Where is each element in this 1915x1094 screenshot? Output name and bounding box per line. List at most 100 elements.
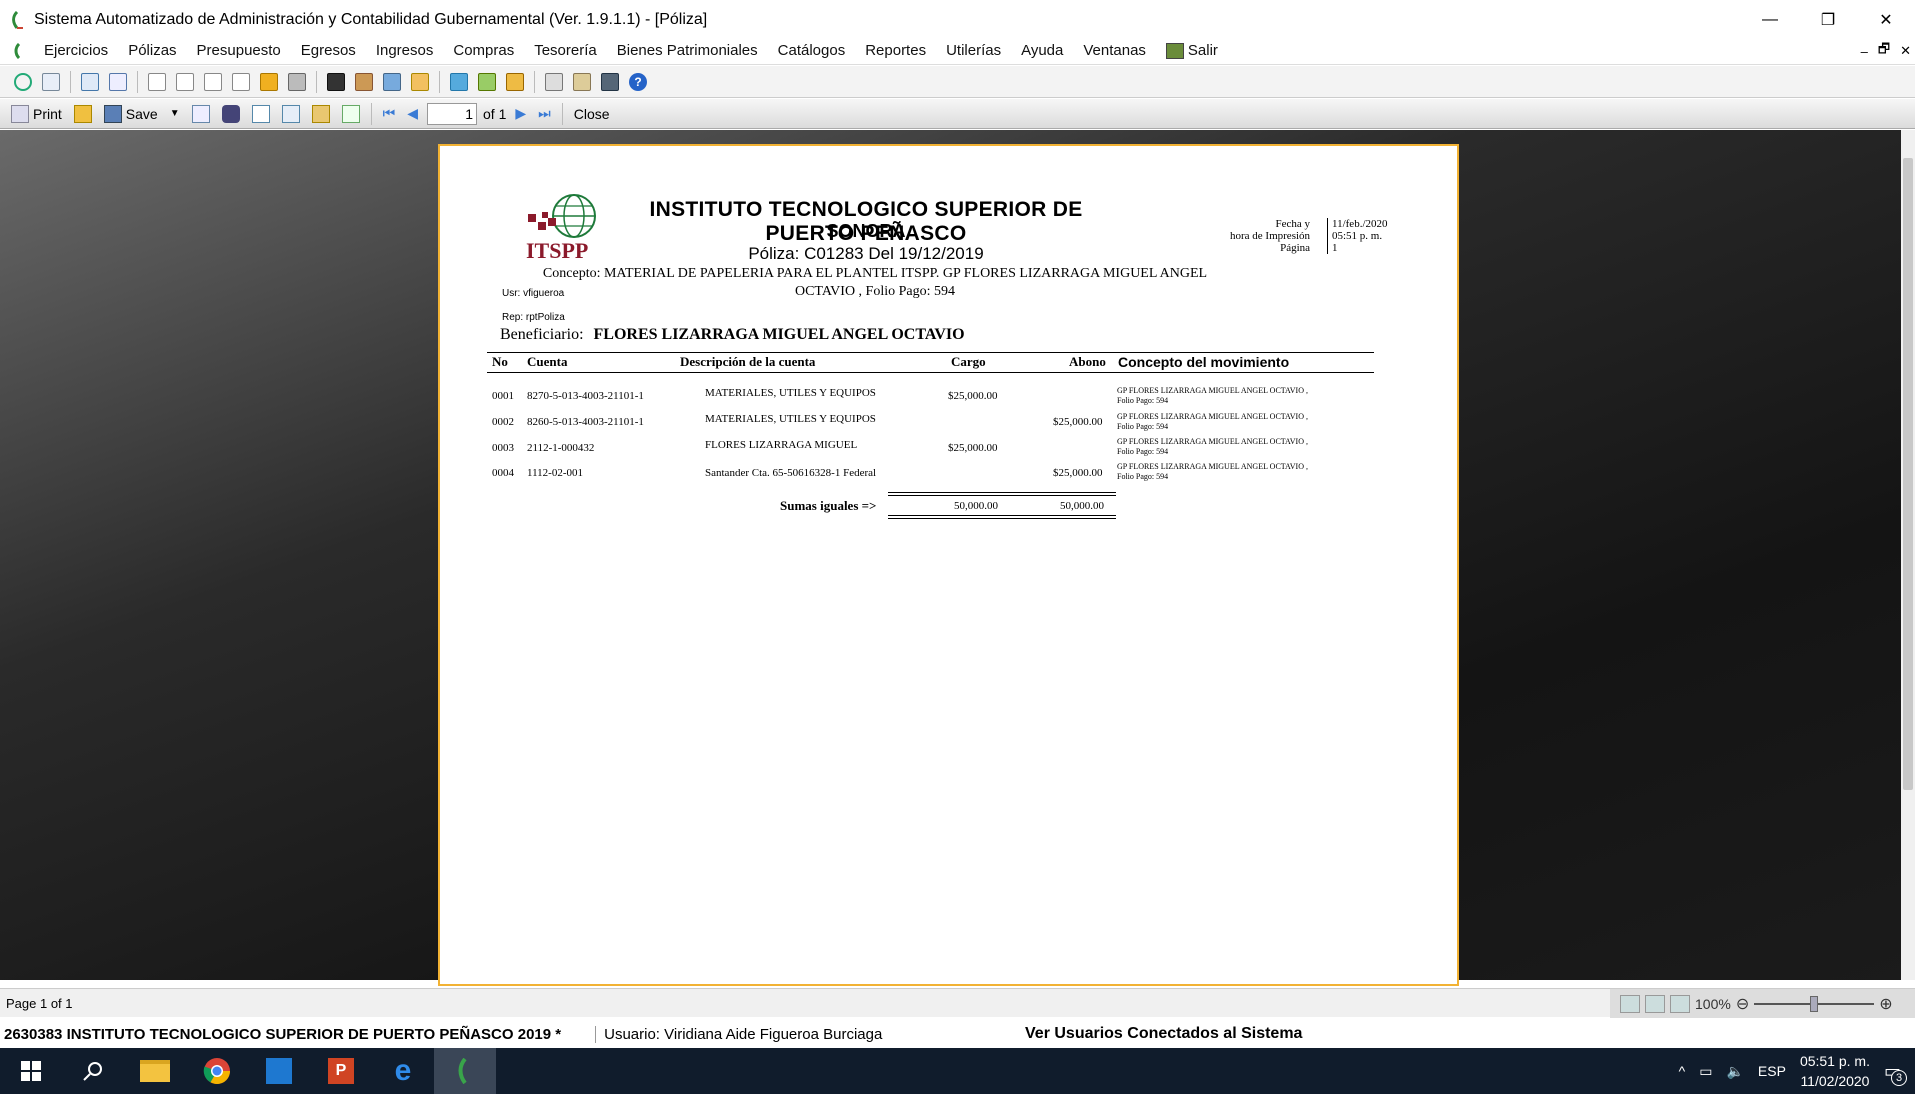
- chevron-down-icon[interactable]: ▼: [170, 108, 180, 119]
- header-bottom-rule: [487, 372, 1374, 373]
- checklist-icon[interactable]: [79, 71, 101, 93]
- clipboard-icon[interactable]: [325, 71, 347, 93]
- zoom-in-icon[interactable]: ⊕: [1879, 994, 1892, 1014]
- zoom-button[interactable]: [279, 102, 303, 126]
- meta-label-fecha: Fecha y: [1275, 218, 1311, 230]
- folder-icon[interactable]: [258, 71, 280, 93]
- edge-icon[interactable]: e: [372, 1048, 434, 1094]
- col-header-cuenta: Cuenta: [527, 354, 568, 369]
- exit-icon: [1165, 42, 1184, 59]
- open-button[interactable]: [71, 102, 95, 126]
- print-button[interactable]: Print: [8, 102, 65, 126]
- row-cuenta: 2112-1-000432: [527, 442, 595, 454]
- edit-button[interactable]: [309, 102, 333, 126]
- menu-ingresos[interactable]: Ingresos: [366, 37, 444, 65]
- sacg-taskbar-icon[interactable]: [434, 1048, 496, 1094]
- next-page-button[interactable]: ▶: [512, 102, 529, 126]
- menu-catalogos[interactable]: Catálogos: [768, 37, 856, 65]
- save-label: Save: [125, 105, 158, 122]
- zoom-controls: 100% ⊖ ⊕: [1610, 989, 1915, 1018]
- file-explorer-icon[interactable]: [124, 1048, 186, 1094]
- notebook-icon[interactable]: [448, 71, 470, 93]
- clock-date: 11/02/2020: [1800, 1073, 1870, 1089]
- menu-compras[interactable]: Compras: [443, 37, 524, 65]
- menu-bienes-patrimoniales[interactable]: Bienes Patrimoniales: [607, 37, 768, 65]
- last-page-icon: ⏭: [538, 105, 551, 121]
- zoom-slider[interactable]: [1754, 995, 1875, 1012]
- menu-app-icon[interactable]: [0, 37, 34, 65]
- menu-reportes[interactable]: Reportes: [855, 37, 936, 65]
- restore-button[interactable]: ❐: [1799, 0, 1857, 40]
- p-doc-icon[interactable]: [230, 71, 252, 93]
- chevron-up-icon[interactable]: ^: [1679, 1063, 1686, 1079]
- c-doc-icon[interactable]: [146, 71, 168, 93]
- store-icon[interactable]: [248, 1048, 310, 1094]
- layout-button[interactable]: [249, 102, 273, 126]
- vertical-scrollbar[interactable]: [1901, 130, 1915, 980]
- totals-top-rule-2: [888, 495, 1116, 496]
- toolbar-separator: [439, 70, 440, 93]
- first-page-button[interactable]: ⏮: [380, 102, 399, 126]
- d-doc-icon[interactable]: [174, 71, 196, 93]
- zoom-out-icon[interactable]: ⊖: [1736, 994, 1749, 1014]
- tree-icon[interactable]: [543, 71, 565, 93]
- menu-salir[interactable]: Salir: [1156, 37, 1228, 65]
- grid-icon[interactable]: [107, 71, 129, 93]
- edit-icon[interactable]: [353, 71, 375, 93]
- users-icon[interactable]: [571, 71, 593, 93]
- row-descripcion: MATERIALES, UTILES Y EQUIPOS: [705, 387, 876, 399]
- clock[interactable]: 05:51 p. m. 11/02/2020: [1800, 1051, 1870, 1091]
- menu-ventanas[interactable]: Ventanas: [1073, 37, 1156, 65]
- windows-start-icon[interactable]: [0, 1048, 62, 1094]
- help-icon[interactable]: ?: [627, 71, 649, 93]
- language-indicator[interactable]: ESP: [1758, 1063, 1786, 1079]
- menu-ejercicios[interactable]: Ejercicios: [34, 37, 118, 65]
- menu-egresos[interactable]: Egresos: [291, 37, 366, 65]
- find-button[interactable]: [219, 102, 243, 126]
- search-icon[interactable]: [62, 1048, 124, 1094]
- page-info: Page 1 of 1: [6, 995, 73, 1011]
- page-setup-button[interactable]: [339, 102, 363, 126]
- menu-presupuesto[interactable]: Presupuesto: [187, 37, 291, 65]
- volume-icon[interactable]: 🔈: [1726, 1063, 1743, 1080]
- app-icon: [6, 9, 28, 31]
- menu-ayuda[interactable]: Ayuda: [1011, 37, 1073, 65]
- package-icon[interactable]: [409, 71, 431, 93]
- minimize-button[interactable]: —: [1741, 0, 1799, 40]
- chart-icon[interactable]: [476, 71, 498, 93]
- close-button[interactable]: ✕: [1857, 0, 1915, 40]
- menu-polizas[interactable]: Pólizas: [118, 37, 186, 65]
- single-page-icon[interactable]: [1645, 994, 1665, 1013]
- refresh-icon[interactable]: [12, 71, 34, 93]
- scrollbar-thumb[interactable]: [1903, 158, 1913, 790]
- document-icon[interactable]: [40, 71, 62, 93]
- viewer-status-bar: Page 1 of 1 100% ⊖ ⊕: [0, 988, 1915, 1018]
- mdi-close-button[interactable]: ✕: [1900, 43, 1911, 59]
- page-number-input[interactable]: 1: [427, 102, 478, 125]
- mdi-minimize-button[interactable]: –: [1861, 44, 1868, 59]
- email-button[interactable]: [189, 102, 213, 126]
- concepto-label: Concepto:: [542, 266, 601, 281]
- calculator-icon[interactable]: [599, 71, 621, 93]
- chrome-icon[interactable]: [186, 1048, 248, 1094]
- ver-usuarios-link[interactable]: Ver Usuarios Conectados al Sistema: [1025, 1025, 1302, 1043]
- e-doc-icon[interactable]: [202, 71, 224, 93]
- notifications-icon[interactable]: ▭ 3: [1884, 1061, 1907, 1086]
- transfer-icon[interactable]: [381, 71, 403, 93]
- menu-tesoreria[interactable]: Tesorería: [524, 37, 607, 65]
- tags-icon[interactable]: [504, 71, 526, 93]
- printer-icon[interactable]: [286, 71, 308, 93]
- totals-top-rule-1: [888, 492, 1116, 493]
- close-report-button[interactable]: Close: [571, 102, 613, 126]
- last-page-button[interactable]: ⏭: [535, 102, 554, 126]
- zoom-slider-knob[interactable]: [1810, 995, 1819, 1012]
- save-button[interactable]: Save ▼: [101, 102, 183, 126]
- fit-page-icon[interactable]: [1620, 994, 1640, 1013]
- network-icon[interactable]: ▭: [1699, 1063, 1712, 1080]
- mdi-restore-button[interactable]: 🗗: [1878, 40, 1890, 62]
- powerpoint-icon[interactable]: P: [310, 1048, 372, 1094]
- menu-utilerias[interactable]: Utilerías: [936, 37, 1011, 65]
- multi-page-icon[interactable]: [1670, 994, 1690, 1013]
- prev-page-button[interactable]: ◀: [404, 102, 421, 126]
- total-abono: 50,000.00: [1060, 500, 1104, 512]
